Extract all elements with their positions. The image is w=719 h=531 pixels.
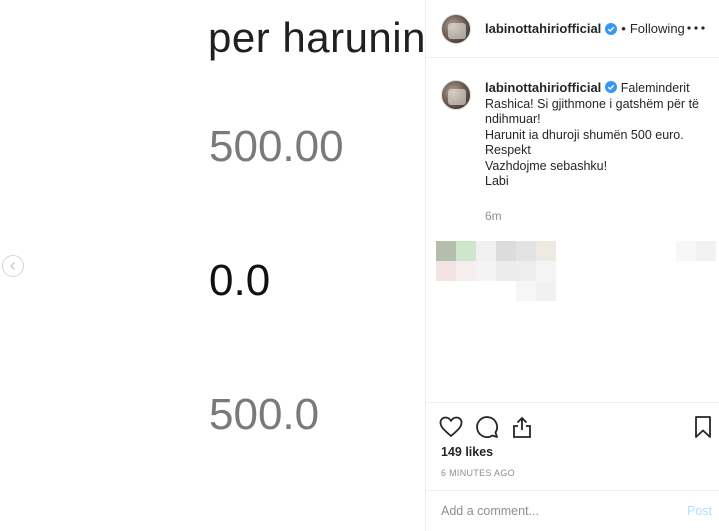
post-timestamp[interactable]: 6 MINUTES AGO [441,468,515,478]
more-options-button[interactable] [684,18,708,38]
previous-slide-button[interactable] [2,255,24,277]
caption-line: Faleminderit [620,81,690,95]
avatar[interactable] [441,80,471,110]
post-side-panel: labinottahiriofficial • Following labino… [425,0,719,531]
save-button[interactable] [690,414,716,440]
bookmark-icon [695,416,711,438]
likes-count[interactable]: 149 likes [441,445,493,459]
chevron-left-icon [9,261,16,271]
caption-username[interactable]: labinottahiriofficial [485,80,601,95]
comment-input[interactable] [441,500,661,522]
like-button[interactable] [438,414,464,440]
post-button[interactable]: Post [687,504,712,518]
separator-dot: • [621,21,626,36]
following-button[interactable]: Following [630,21,685,36]
caption-text: labinottahiriofficial Faleminderit Rashi… [485,80,705,190]
comment-button[interactable] [474,414,500,440]
caption-comment: labinottahiriofficial Faleminderit Rashi… [441,80,705,190]
pixelated-region [516,281,556,301]
comment-icon [476,416,498,438]
share-button[interactable] [509,414,535,440]
image-value-3: 500.0 [209,390,320,439]
caption-line: ndihmuar! [485,112,541,126]
verified-badge-icon [605,22,618,35]
header-username[interactable]: labinottahiriofficial [485,21,601,36]
caption-line: Labi [485,174,509,188]
comments-area: labinottahiriofficial Faleminderit Rashi… [426,59,719,401]
pixelated-region [676,241,716,261]
pixelated-region [436,241,556,261]
caption-line: Harunit ia dhuroji shumën 500 euro. [485,127,684,142]
image-value-2: 0.0 [209,256,271,305]
post-actions: 149 likes 6 MINUTES AGO [426,402,719,478]
caption-time: 6m [485,209,502,223]
pixelated-region [436,261,556,281]
post-image: per harunin 500.00 0.0 500.0 [0,0,425,531]
caption-line: Respekt [485,143,531,157]
more-options-icon [687,26,705,30]
post-header: labinottahiriofficial • Following [426,0,719,58]
verified-badge-icon [605,81,618,93]
caption-line: Vazhdojme sebashku! [485,158,608,173]
share-icon [513,416,531,438]
caption-line: Rashica! Si gjithmone i gatshëm për të [485,96,699,111]
add-comment-bar: Post [426,490,719,531]
heart-icon [439,416,463,438]
avatar[interactable] [441,13,471,44]
image-value-1: 500.00 [209,122,344,171]
image-title-text: per harunin [208,14,425,61]
